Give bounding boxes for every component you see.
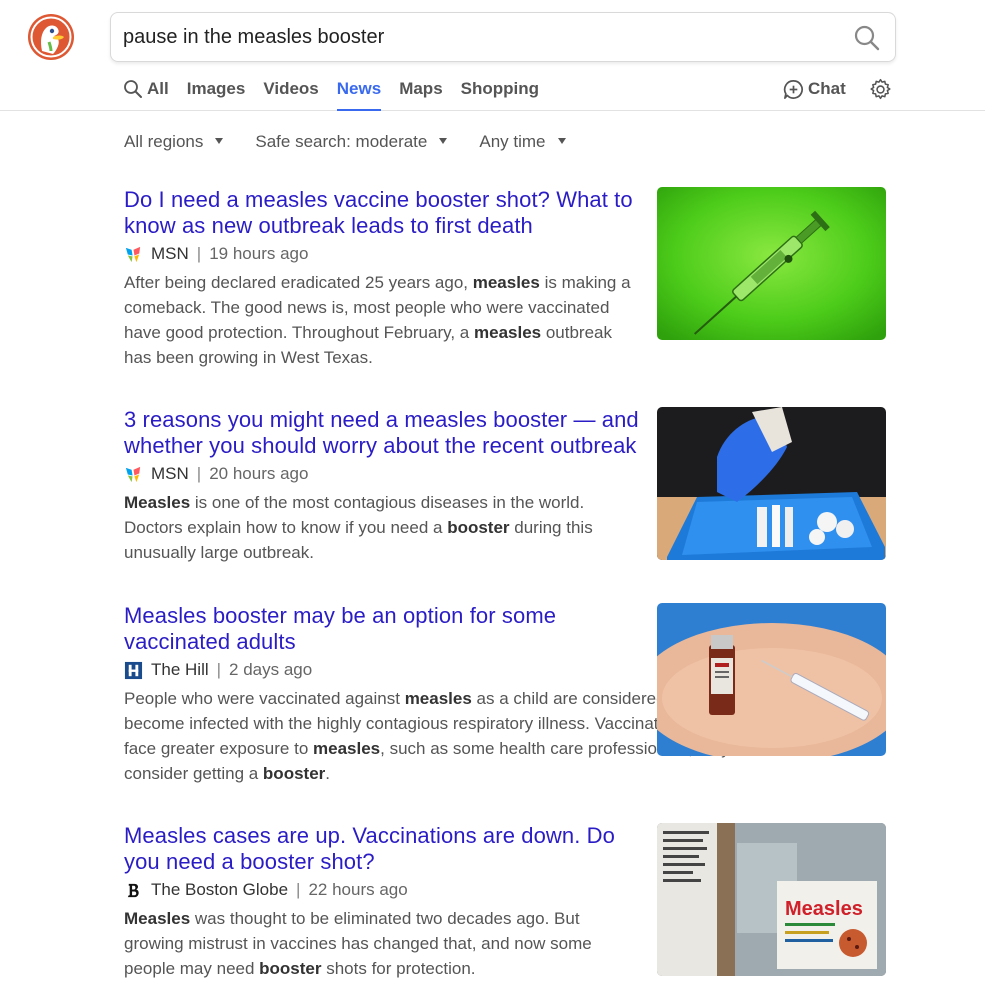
result-thumbnail-vial[interactable] xyxy=(657,603,886,756)
result-meta: MSN | 20 hours ago xyxy=(124,462,639,486)
result-source[interactable]: The Hill xyxy=(151,660,209,680)
result-thumbnail-syringe[interactable] xyxy=(657,187,886,340)
tab-all[interactable]: All xyxy=(123,78,178,111)
tab-images[interactable]: Images xyxy=(178,78,255,111)
snippet-text: After being declared eradicated 25 years… xyxy=(124,273,473,292)
result-source[interactable]: MSN xyxy=(151,464,189,484)
result-meta: The Hill | 2 days ago xyxy=(124,658,639,682)
msn-logo-icon xyxy=(125,246,141,262)
tab-news[interactable]: News xyxy=(328,78,390,111)
highlighted-term: Measles xyxy=(124,909,191,928)
highlighted-term: booster xyxy=(447,518,510,537)
tab-label: All xyxy=(147,79,169,98)
safe-search-label: Safe search: moderate xyxy=(255,132,428,151)
tab-label: Images xyxy=(186,79,246,98)
result-time: 19 hours ago xyxy=(209,244,309,263)
result-meta: The Boston Globe | 22 hours ago xyxy=(124,878,639,902)
snippet-text: People who were vaccinated against xyxy=(124,689,405,708)
tab-videos[interactable]: Videos xyxy=(254,78,327,111)
result-thumbnail-vaccine-tray[interactable] xyxy=(657,407,886,560)
news-result: Measles booster may be an option for som… xyxy=(124,603,886,786)
result-time: 22 hours ago xyxy=(308,880,408,899)
news-result: 3 reasons you might need a measles boost… xyxy=(124,407,886,565)
result-snippet: Measles is one of the most contagious di… xyxy=(124,490,639,565)
time-filter-label: Any time xyxy=(479,132,546,151)
highlighted-term: measles xyxy=(472,273,540,292)
search-tabs: All Images Videos News Maps Shopping xyxy=(123,78,548,111)
search-icon xyxy=(124,80,142,98)
result-source[interactable]: The Boston Globe xyxy=(151,880,288,900)
result-text: Measles cases are up. Vaccinations are d… xyxy=(124,823,639,981)
region-filter-dropdown[interactable]: All regions xyxy=(124,131,224,153)
highlighted-term: Measles xyxy=(124,493,191,512)
boston-globe-logo-icon xyxy=(127,883,139,897)
tab-label: Maps xyxy=(399,79,443,98)
region-filter-label: All regions xyxy=(124,132,204,151)
safe-search-dropdown[interactable]: Safe search: moderate xyxy=(255,131,448,153)
result-title-link[interactable]: Measles cases are up. Vaccinations are d… xyxy=(124,823,615,874)
result-title-link[interactable]: 3 reasons you might need a measles boost… xyxy=(124,407,639,458)
meta-separator: | xyxy=(296,880,301,899)
highlighted-term: measles xyxy=(474,323,542,342)
result-title-link[interactable]: Measles booster may be an option for som… xyxy=(124,603,556,654)
result-thumbnail-measles-sign[interactable]: Measles xyxy=(657,823,886,976)
meta-separator: | xyxy=(196,464,202,483)
sign-measles-text: Measles xyxy=(785,898,863,920)
header: All Images Videos News Maps Shopping Cha… xyxy=(0,0,985,111)
result-meta: MSN | 19 hours ago xyxy=(124,242,639,266)
meta-separator: | xyxy=(216,660,222,679)
chat-label: Chat xyxy=(808,79,846,98)
tab-label: Shopping xyxy=(460,79,540,98)
meta-separator: | xyxy=(196,244,202,263)
result-title-link[interactable]: Do I need a measles vaccine booster shot… xyxy=(124,187,633,238)
tab-label: Videos xyxy=(263,79,319,98)
result-time: 2 days ago xyxy=(229,660,313,679)
msn-logo-icon xyxy=(125,466,141,482)
news-result: Do I need a measles vaccine booster shot… xyxy=(124,187,886,370)
search-input[interactable] xyxy=(123,13,843,61)
result-time: 20 hours ago xyxy=(209,464,309,483)
snippet-text: . xyxy=(325,764,330,783)
search-box xyxy=(110,12,896,62)
result-text: Do I need a measles vaccine booster shot… xyxy=(124,187,639,370)
result-snippet: Measles was thought to be eliminated two… xyxy=(124,906,639,981)
news-result: Measles cases are up. Vaccinations are d… xyxy=(124,823,886,981)
the-hill-logo-icon xyxy=(124,661,143,679)
caret-down-icon xyxy=(557,138,566,144)
caret-down-icon xyxy=(439,138,448,144)
tab-label: News xyxy=(336,79,382,98)
time-filter-dropdown[interactable]: Any time xyxy=(479,131,566,153)
highlighted-term: booster xyxy=(259,959,322,978)
tab-shopping[interactable]: Shopping xyxy=(452,78,548,111)
result-text: Measles booster may be an option for som… xyxy=(124,603,763,786)
tab-maps[interactable]: Maps xyxy=(390,78,451,111)
highlighted-term: measles xyxy=(313,739,381,758)
filter-bar: All regions Safe search: moderate Any ti… xyxy=(124,131,598,153)
search-icon[interactable] xyxy=(853,24,881,52)
highlighted-term: booster xyxy=(262,764,326,783)
chat-button[interactable]: Chat xyxy=(783,78,846,100)
result-source[interactable]: MSN xyxy=(151,244,189,264)
gear-icon[interactable] xyxy=(869,78,892,101)
snippet-text: shots for protection. xyxy=(321,959,476,978)
caret-down-icon xyxy=(215,138,224,144)
duckduckgo-logo[interactable] xyxy=(27,13,75,61)
highlighted-term: measles xyxy=(404,689,472,708)
chat-icon xyxy=(783,79,803,99)
result-text: 3 reasons you might need a measles boost… xyxy=(124,407,639,565)
result-snippet: After being declared eradicated 25 years… xyxy=(124,270,639,370)
